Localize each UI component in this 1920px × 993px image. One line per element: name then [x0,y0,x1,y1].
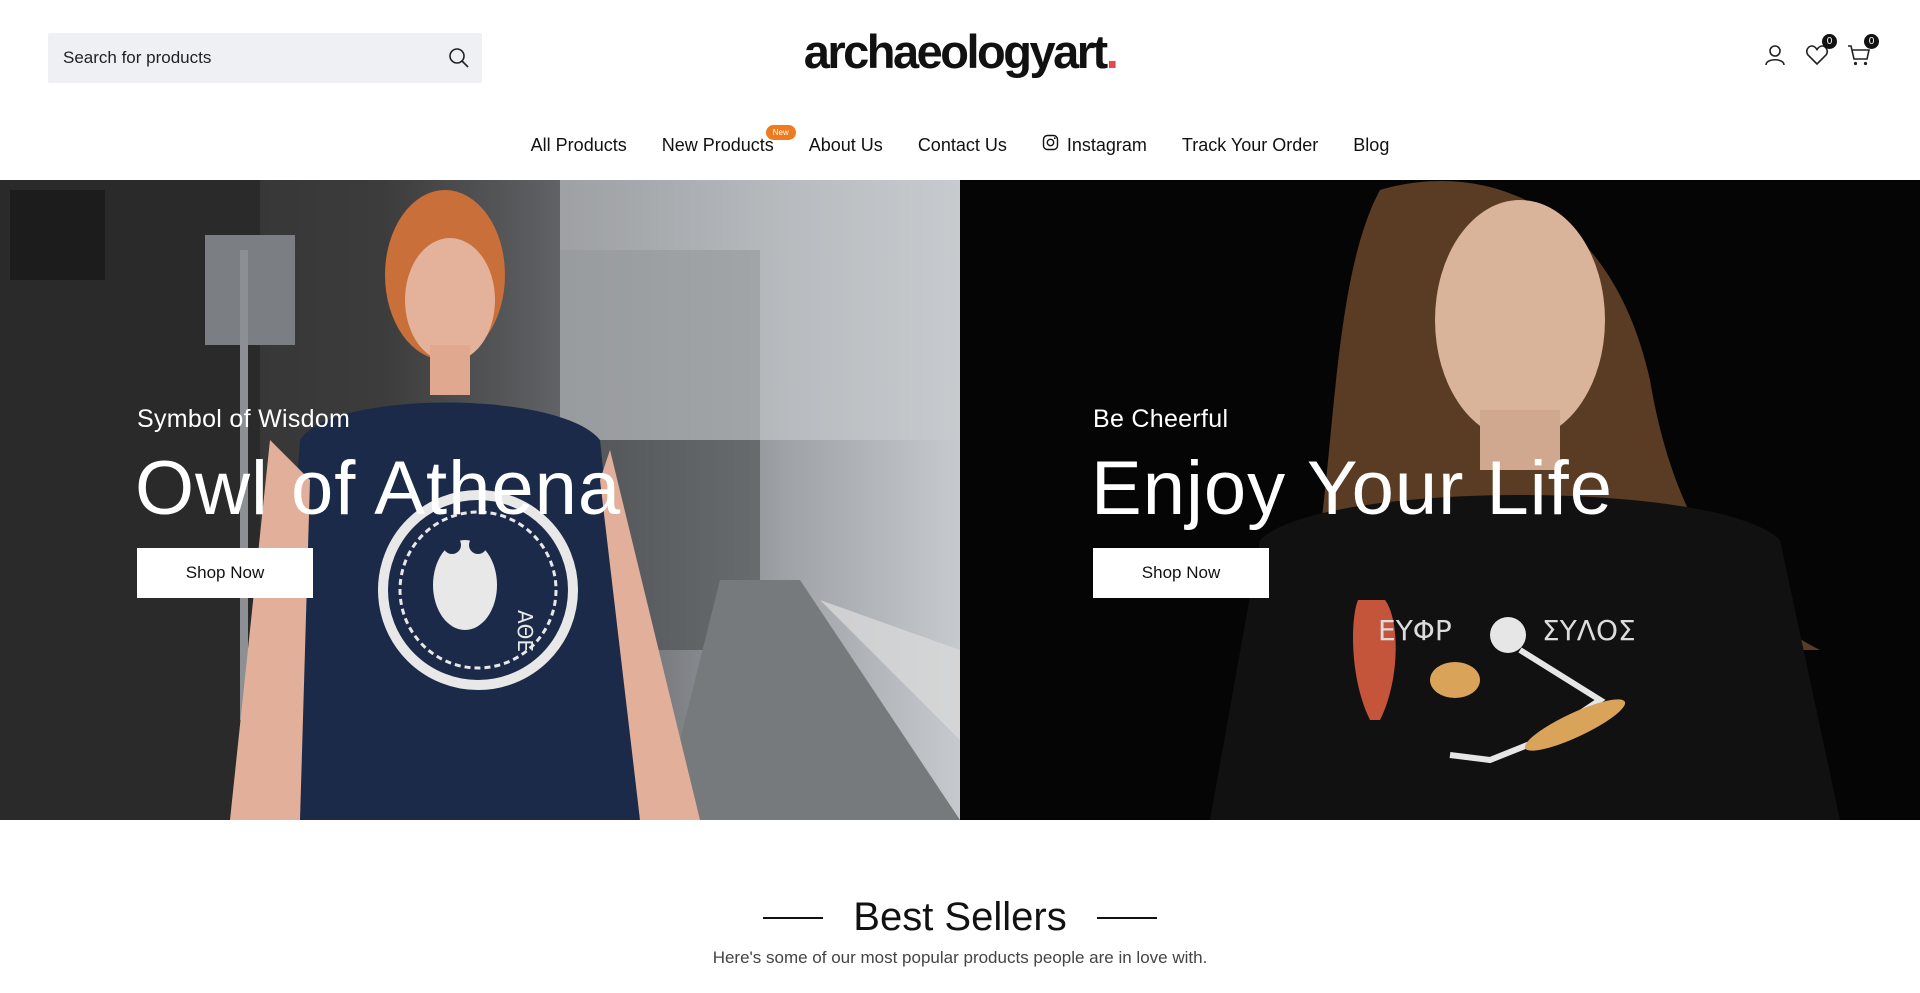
site-header: archaeologyart. 0 0 All Products New Pro… [0,0,1920,180]
header-actions: 0 0 [1762,34,1879,68]
account-icon[interactable] [1762,42,1788,68]
nav-label: All Products [530,134,627,155]
nav-label: About Us [808,134,883,155]
hero-subtitle: Be Cheerful [1093,405,1229,433]
nav-instagram[interactable]: Instagram [1042,134,1147,156]
nav-label: Contact Us [917,134,1007,155]
skeleton-shirt-text-2: ΣΥΛΟΣ [1542,614,1636,647]
nav-blog[interactable]: Blog [1353,134,1389,156]
nav-about-us[interactable]: About Us [809,134,883,156]
logo-dot: . [1105,25,1119,78]
hero-banner-owl[interactable]: ΑΘΕ Symbol of Wisdom Owl of Athena Shop … [0,180,960,820]
heading-divider-left [763,916,824,919]
new-badge: New [765,125,796,140]
logo-text: archaeologyart [803,25,1108,78]
instagram-icon [1042,134,1059,156]
nav-new-products[interactable]: New Products New [661,125,796,156]
site-logo[interactable]: archaeologyart. [0,24,1920,79]
section-description: Here's some of our most popular products… [712,948,1208,967]
nav-label: Instagram [1066,134,1147,155]
nav-label: Blog [1353,134,1390,155]
nav-contact-us[interactable]: Contact Us [918,134,1007,156]
heading-divider-right [1096,916,1157,919]
cart-count-badge: 0 [1864,34,1879,49]
skeleton-shirt-text-1: ΕΥΦΡ [1378,614,1452,647]
owl-shirt-text: ΑΘΕ [513,610,537,652]
hero-title: Owl of Athena [135,446,622,531]
hero-title: Enjoy Your Life [1091,446,1614,531]
nav-track-order[interactable]: Track Your Order [1182,134,1318,156]
hero-subtitle: Symbol of Wisdom [137,405,351,433]
wishlist-count-badge: 0 [1822,34,1837,49]
wishlist-icon[interactable]: 0 [1804,34,1837,68]
main-nav: All Products New Products New About Us Co… [0,125,1920,156]
nav-label: New Products [661,134,774,155]
nav-all-products[interactable]: All Products [531,134,627,156]
cart-icon[interactable]: 0 [1846,34,1879,68]
shop-now-button-enjoy[interactable]: Shop Now [1093,548,1269,598]
hero-banner-enjoy[interactable]: ΕΥΦΡ ΣΥΛΟΣ Be Cheerful Enjoy Your Life S… [960,180,1920,820]
shop-now-button-owl[interactable]: Shop Now [137,548,313,598]
nav-label: Track Your Order [1181,134,1319,155]
best-sellers-heading: Best Sellers [0,895,1920,940]
section-title: Best Sellers [853,895,1067,939]
